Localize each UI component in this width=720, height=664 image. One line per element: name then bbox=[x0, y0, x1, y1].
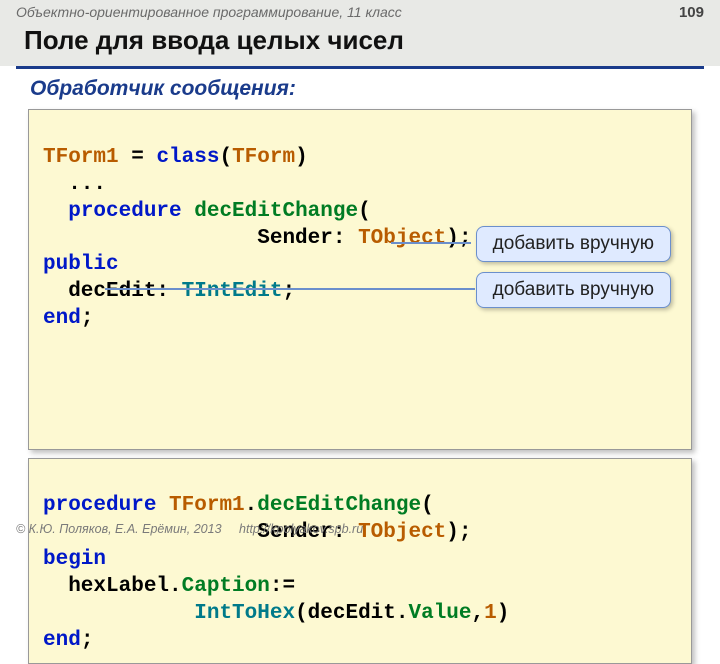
code-text: ; bbox=[81, 307, 94, 330]
code-text: hexLabel. bbox=[43, 575, 182, 598]
code-text: 1 bbox=[484, 602, 497, 625]
course-label: Объектно-ориентированное программировани… bbox=[16, 4, 402, 20]
code-text: Value bbox=[408, 602, 471, 625]
code-text: (decEdit. bbox=[295, 602, 408, 625]
footer-url: http://kpolyakov.spb.ru bbox=[239, 522, 363, 536]
callout-connector bbox=[105, 288, 475, 290]
title-wrap: Поле для ввода целых чисел bbox=[0, 23, 720, 66]
code-text bbox=[43, 200, 68, 223]
code-block-implementation: procedure TForm1.decEditChange( Sender: … bbox=[28, 458, 692, 664]
code-text: := bbox=[270, 575, 308, 598]
code-text: public bbox=[43, 253, 119, 276]
callout-add-manually-2: добавить вручную bbox=[476, 272, 671, 308]
code-text: end bbox=[43, 629, 81, 652]
code-text: ; bbox=[81, 629, 94, 652]
code-text: TObject bbox=[358, 227, 446, 250]
code-text: . bbox=[245, 494, 258, 517]
code-text: procedure bbox=[43, 494, 156, 517]
code-text: TObject bbox=[358, 521, 446, 544]
code-text: ( bbox=[421, 494, 434, 517]
code-text: TIntEdit bbox=[182, 280, 283, 303]
code-text: ; bbox=[282, 280, 295, 303]
code-text: ( bbox=[219, 146, 232, 169]
code-text: , bbox=[472, 602, 485, 625]
code-text: class bbox=[156, 146, 219, 169]
code-text: ) bbox=[295, 146, 308, 169]
page-title: Поле для ввода целых чисел bbox=[16, 23, 704, 62]
subtitle: Обработчик сообщения: bbox=[0, 69, 720, 109]
code-block-declaration: TForm1 = class(TForm) ... procedure decE… bbox=[28, 109, 692, 450]
code-text: ... bbox=[43, 173, 119, 196]
code-text: decEditChange bbox=[194, 200, 358, 223]
footer: © К.Ю. Поляков, Е.А. Ерёмин, 2013 http:/… bbox=[16, 522, 363, 536]
code-text: TForm1 bbox=[43, 146, 119, 169]
code-text: ( bbox=[358, 200, 371, 223]
code-text: end bbox=[43, 307, 81, 330]
code-text: Caption bbox=[182, 575, 270, 598]
code-text: decEditChange bbox=[257, 494, 421, 517]
code-text: ) bbox=[497, 602, 510, 625]
code-text: procedure bbox=[68, 200, 181, 223]
callout-add-manually-1: добавить вручную bbox=[476, 226, 671, 262]
code-text bbox=[182, 200, 195, 223]
code-text: TForm bbox=[232, 146, 295, 169]
code-text: TForm1 bbox=[169, 494, 245, 517]
header-band: Объектно-ориентированное программировани… bbox=[0, 0, 720, 23]
callout-connector bbox=[391, 242, 471, 244]
page-number: 109 bbox=[679, 4, 704, 21]
code-text: decEdit: bbox=[43, 280, 182, 303]
code-text: begin bbox=[43, 548, 106, 571]
code-text: Sender: bbox=[43, 227, 358, 250]
code-text: ); bbox=[446, 521, 471, 544]
code-text: IntToHex bbox=[194, 602, 295, 625]
code-text: = bbox=[119, 146, 157, 169]
footer-copyright: © К.Ю. Поляков, Е.А. Ерёмин, 2013 bbox=[16, 522, 222, 536]
code-text bbox=[43, 602, 194, 625]
code-text: ); bbox=[446, 227, 471, 250]
code-text bbox=[156, 494, 169, 517]
